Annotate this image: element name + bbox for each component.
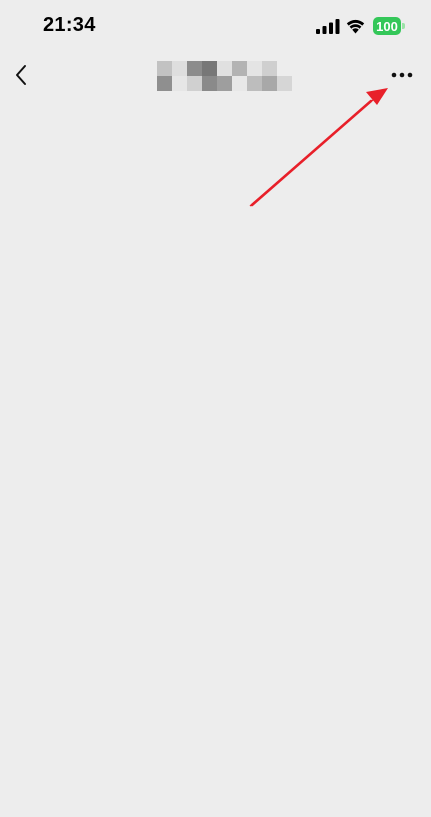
status-bar: 21:34 100 [0,0,431,52]
back-button[interactable] [8,60,36,90]
battery-icon: 100 [373,17,405,35]
battery-body: 100 [373,17,401,35]
nav-bar [0,52,431,100]
battery-cap [402,23,405,29]
cellular-signal-icon [316,19,340,34]
more-dots-icon [391,72,413,78]
wifi-icon [346,19,365,34]
chevron-left-icon [16,65,26,85]
status-time: 21:34 [43,14,96,36]
chat-content-area [0,100,431,817]
page-title-redacted [157,61,292,91]
battery-level: 100 [376,18,398,34]
more-button[interactable] [386,64,418,86]
